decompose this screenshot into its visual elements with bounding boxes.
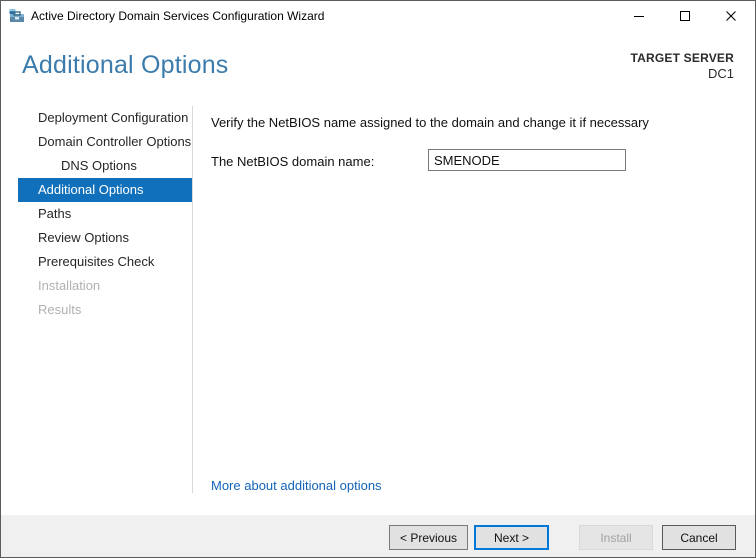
install-button: Install — [579, 525, 653, 550]
target-server-name: DC1 — [707, 66, 734, 81]
titlebar: Active Directory Domain Services Configu… — [1, 1, 755, 31]
netbios-domain-input[interactable] — [428, 149, 626, 171]
cancel-button[interactable]: Cancel — [662, 525, 736, 550]
wizard-steps-sidebar: Deployment Configuration Domain Controll… — [1, 106, 193, 493]
sidebar-item-dns-options[interactable]: DNS Options — [18, 154, 192, 178]
sidebar-item-deployment-configuration[interactable]: Deployment Configuration — [18, 106, 192, 130]
sidebar-item-prerequisites-check[interactable]: Prerequisites Check — [18, 250, 192, 274]
next-button[interactable]: Next > — [474, 525, 549, 550]
minimize-icon[interactable] — [616, 1, 662, 31]
sidebar-item-installation: Installation — [38, 278, 101, 293]
sidebar-item-results: Results — [38, 302, 82, 317]
netbios-description: Verify the NetBIOS name assigned to the … — [211, 115, 649, 130]
window-controls — [616, 1, 754, 31]
close-icon[interactable] — [708, 1, 754, 31]
target-server-label: TARGET SERVER — [630, 51, 734, 65]
netbios-field-label: The NetBIOS domain name: — [211, 154, 375, 169]
sidebar-item-review-options[interactable]: Review Options — [18, 226, 192, 250]
maximize-icon[interactable] — [662, 1, 708, 31]
window-title: Active Directory Domain Services Configu… — [31, 9, 325, 23]
previous-button[interactable]: < Previous — [389, 525, 468, 550]
target-server-block: TARGET SERVER DC1 — [630, 51, 734, 81]
sidebar-item-domain-controller-options[interactable]: Domain Controller Options — [18, 130, 192, 154]
footer-bar: < Previous Next > Install Cancel — [1, 515, 755, 557]
wizard-window: Active Directory Domain Services Configu… — [0, 0, 756, 558]
more-about-additional-options-link[interactable]: More about additional options — [211, 478, 382, 493]
app-icon — [9, 8, 25, 24]
sidebar-item-paths[interactable]: Paths — [18, 202, 192, 226]
page-title: Additional Options — [22, 51, 229, 79]
sidebar-item-additional-options[interactable]: Additional Options — [18, 178, 192, 202]
